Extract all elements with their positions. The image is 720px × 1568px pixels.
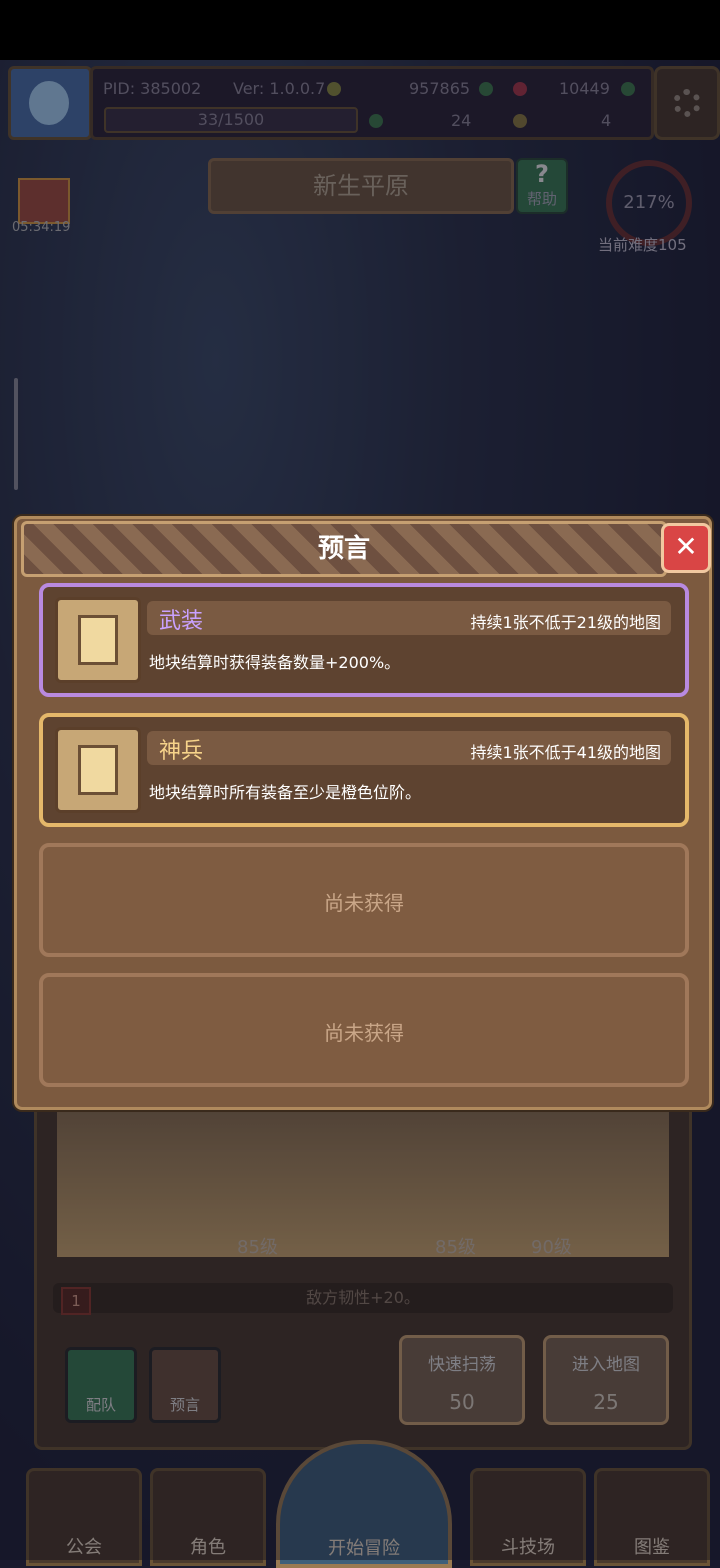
prophecy-card[interactable]: 武装 持续1张不低于21级的地图 地块结算时获得装备数量+200%。 — [39, 583, 689, 697]
empty-slot: 尚未获得 — [39, 973, 689, 1087]
card-condition: 持续1张不低于41级的地图 — [470, 743, 661, 762]
modal-title: 预言 — [317, 534, 370, 564]
card-name: 武装 — [159, 609, 204, 634]
empty-label: 尚未获得 — [324, 891, 404, 915]
empty-label: 尚未获得 — [324, 1021, 404, 1045]
prophecy-card[interactable]: 神兵 持续1张不低于41级的地图 地块结算时所有装备至少是橙色位阶。 — [39, 713, 689, 827]
prophecy-modal: 预言 ✕ 武装 持续1张不低于21级的地图 地块结算时获得装备数量+200%。 … — [14, 516, 712, 1110]
scroll-icon — [55, 727, 141, 813]
card-description: 地块结算时获得装备数量+200%。 — [149, 653, 401, 672]
card-description: 地块结算时所有装备至少是橙色位阶。 — [149, 783, 422, 802]
empty-slot: 尚未获得 — [39, 843, 689, 957]
close-button[interactable]: ✕ — [661, 523, 711, 573]
modal-header: 预言 — [21, 521, 667, 577]
status-bar — [0, 0, 720, 60]
card-name: 神兵 — [159, 739, 204, 764]
card-condition: 持续1张不低于21级的地图 — [470, 613, 661, 632]
scroll-icon — [55, 597, 141, 683]
close-icon: ✕ — [674, 530, 698, 563]
